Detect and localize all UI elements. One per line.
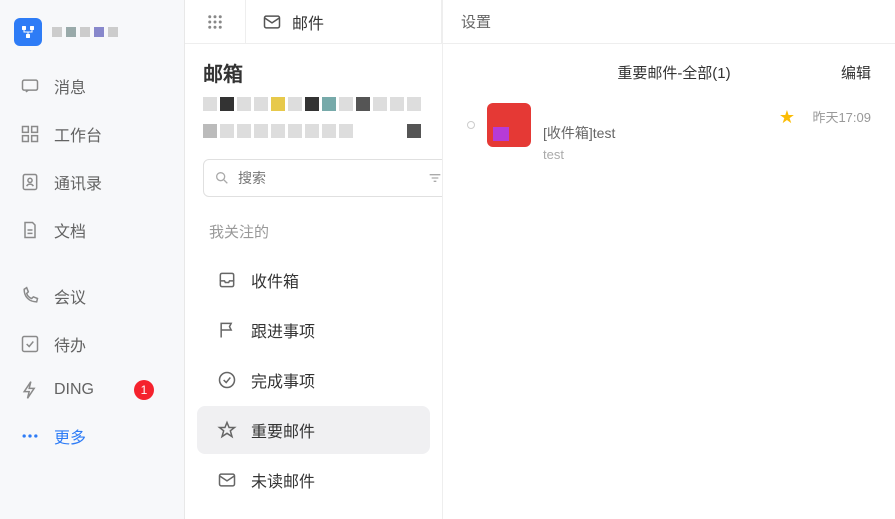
sidebar-item-label: 消息 (54, 74, 86, 98)
mail-panel: 邮件 邮箱 我关注的 (185, 0, 443, 519)
sidebar-item-label: 会议 (54, 284, 86, 308)
right-topbar: 设置 (443, 0, 895, 44)
mid-body: 邮箱 我关注的 收件箱 (185, 44, 442, 519)
contacts-icon (20, 172, 40, 192)
sidebar-item-contacts[interactable]: 通讯录 (0, 158, 184, 206)
mail-row[interactable]: [收件箱]test test ★ 昨天17:09 (443, 97, 895, 168)
folder-label: 跟进事项 (251, 318, 315, 342)
folder-done[interactable]: 完成事项 (197, 356, 430, 404)
star-filled-icon[interactable]: ★ (779, 107, 795, 128)
folder-label: 重要邮件 (251, 418, 315, 442)
mail-subject: [收件箱]test (543, 123, 767, 143)
mail-sender (543, 103, 767, 121)
mail-list-panel: 设置 重要邮件-全部(1) 编辑 [收件箱]test test ★ 昨天17:0… (443, 0, 895, 519)
sidebar-item-label: 文档 (54, 218, 86, 242)
phone-icon (20, 286, 40, 306)
document-icon (20, 220, 40, 240)
account-blur (203, 97, 424, 147)
checkbox-icon (20, 334, 40, 354)
list-header: 重要邮件-全部(1) 编辑 (443, 44, 895, 97)
folder-important[interactable]: 重要邮件 (197, 406, 430, 454)
bolt-icon (20, 380, 40, 400)
mailboxes-title: 邮箱 (185, 58, 442, 97)
tab-label: 邮件 (292, 10, 324, 34)
message-icon (20, 76, 40, 96)
folder-label: 未读邮件 (251, 468, 315, 492)
folder-label: 收件箱 (251, 268, 299, 292)
folder-unread[interactable]: 未读邮件 (197, 456, 430, 504)
folder-followup[interactable]: 跟进事项 (197, 306, 430, 354)
sidebar-item-label: 通讯录 (54, 170, 102, 194)
search-box[interactable] (203, 159, 442, 197)
workspace-name-blur (52, 27, 118, 37)
flag-icon (217, 320, 237, 340)
edit-button[interactable]: 编辑 (841, 62, 871, 83)
avatar (487, 103, 531, 147)
sidebar-item-label: 待办 (54, 332, 86, 356)
star-icon (217, 420, 237, 440)
mail-body: [收件箱]test test (543, 103, 767, 162)
check-circle-icon (217, 370, 237, 390)
sidebar-item-label: 更多 (54, 424, 86, 448)
sidebar-item-todo[interactable]: 待办 (0, 320, 184, 368)
grid-icon (20, 124, 40, 144)
more-icon (20, 426, 40, 446)
sidebar-item-docs[interactable]: 文档 (0, 206, 184, 254)
envelope-icon (217, 470, 237, 490)
apps-launcher[interactable] (185, 13, 245, 31)
folder-label: 完成事项 (251, 368, 315, 392)
sidebar-item-label: 工作台 (54, 122, 102, 146)
tab-mail[interactable]: 邮件 (245, 0, 442, 43)
search-row (185, 159, 442, 215)
unread-dot (467, 121, 475, 129)
filter-icon[interactable] (427, 170, 442, 186)
mail-time: 昨天17:09 (807, 107, 871, 126)
mail-preview: test (543, 147, 767, 162)
section-title: 我关注的 (185, 215, 442, 254)
list-title: 重要邮件-全部(1) (507, 62, 841, 83)
badge: 1 (134, 380, 154, 400)
sidebar-item-more[interactable]: 更多 (0, 412, 184, 460)
sidebar-item-ding[interactable]: DING 1 (0, 368, 184, 412)
inbox-icon (217, 270, 237, 290)
sidebar-item-workbench[interactable]: 工作台 (0, 110, 184, 158)
mid-topbar: 邮件 (185, 0, 442, 44)
search-icon (214, 170, 230, 186)
sidebar: 消息 工作台 通讯录 文档 会议 待办 DING 1 更多 (0, 0, 185, 519)
app-logo[interactable] (14, 18, 42, 46)
sidebar-header (0, 10, 184, 62)
settings-link[interactable]: 设置 (461, 11, 491, 32)
search-input[interactable] (238, 170, 419, 186)
envelope-icon (262, 12, 282, 32)
sidebar-item-meeting[interactable]: 会议 (0, 272, 184, 320)
sidebar-item-label: DING (54, 381, 94, 399)
folder-inbox[interactable]: 收件箱 (197, 256, 430, 304)
sidebar-item-messages[interactable]: 消息 (0, 62, 184, 110)
